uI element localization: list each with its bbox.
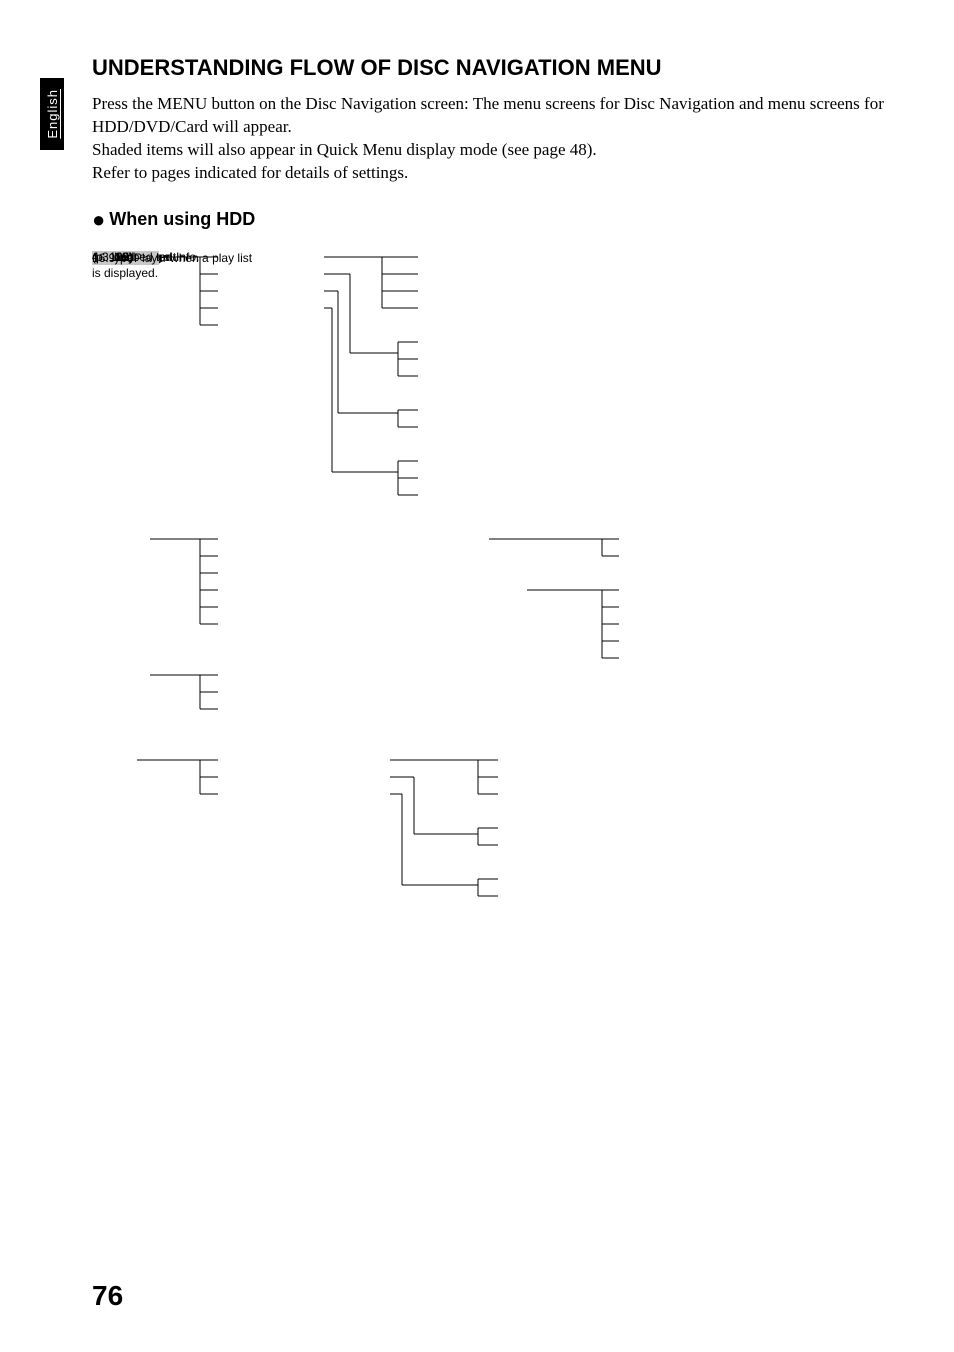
page-number: 76	[92, 1280, 123, 1312]
section-heading: ●When using HDD	[92, 207, 912, 233]
section-heading-text: When using HDD	[109, 209, 255, 229]
others-lines	[92, 754, 692, 914]
language-tab-label: English	[45, 89, 60, 139]
bullet-icon: ●	[92, 207, 105, 232]
hdd-lines	[447, 584, 667, 664]
intro-line-3: Refer to pages indicated for details of …	[92, 163, 408, 182]
intro-line-2: Shaded items will also appear in Quick M…	[92, 140, 597, 159]
language-tab: English	[40, 78, 64, 150]
page-title: UNDERSTANDING FLOW OF DISC NAVIGATION ME…	[92, 55, 912, 81]
playlist-lines	[92, 533, 352, 633]
scene-lines	[92, 251, 692, 511]
intro-line-1: Press the MENU button on the Disc Naviga…	[92, 94, 884, 136]
page-content: UNDERSTANDING FLOW OF DISC NAVIGATION ME…	[92, 55, 912, 251]
program-lines	[92, 669, 352, 719]
intro-text: Press the MENU button on the Disc Naviga…	[92, 93, 912, 185]
goto-lines	[447, 533, 667, 563]
tv-43-p: (p. 110)	[92, 251, 132, 263]
